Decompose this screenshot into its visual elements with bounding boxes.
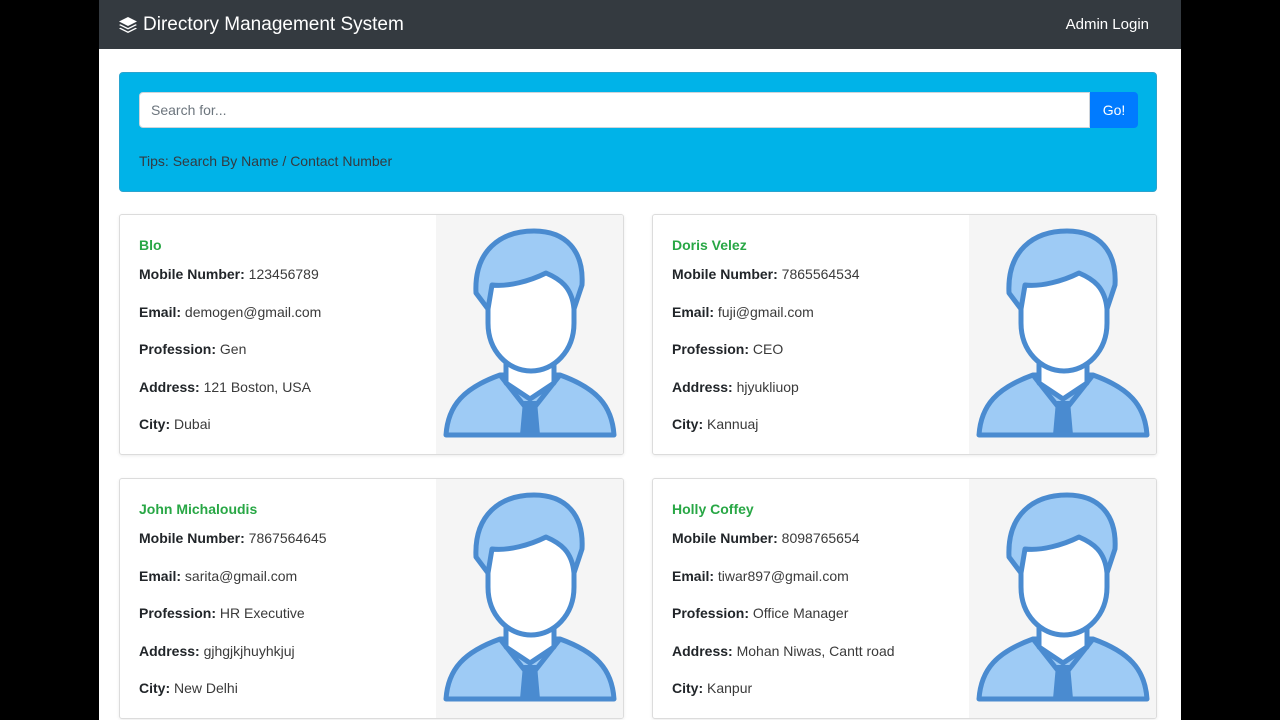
address-label: Address: xyxy=(672,379,733,395)
city-value: New Delhi xyxy=(174,680,238,696)
layers-icon xyxy=(119,16,137,33)
avatar xyxy=(436,479,623,718)
contact-card: Doris Velez Mobile Number: 7865564534 Emai… xyxy=(652,214,1157,455)
mobile-number-value: 7867564645 xyxy=(248,530,327,546)
city-field: City: New Delhi xyxy=(139,680,238,696)
city-value: Kanpur xyxy=(707,680,753,696)
user-avatar-icon xyxy=(443,492,617,702)
city-label: City: xyxy=(672,680,704,696)
city-field: City: Kannuaj xyxy=(672,416,758,432)
mobile-number-field: Mobile Number: 7865564534 xyxy=(672,266,860,282)
email-value: fuji@gmail.com xyxy=(717,304,814,320)
address-value: Mohan Niwas, Cantt road xyxy=(736,643,895,659)
city-field: City: Dubai xyxy=(139,416,211,432)
user-avatar-icon xyxy=(976,492,1150,702)
search-tips: Tips: Search By Name / Contact Number xyxy=(139,153,393,169)
address-value: hjyukliuop xyxy=(736,379,799,395)
address-field: Address: 121 Boston, USA xyxy=(139,379,311,395)
mobile-number-field: Mobile Number: 7867564645 xyxy=(139,530,327,546)
email-label: Email: xyxy=(139,568,182,584)
profession-label: Profession: xyxy=(139,605,217,621)
mobile-number-label: Mobile Number: xyxy=(139,266,245,282)
user-avatar-icon xyxy=(976,228,1150,438)
city-label: City: xyxy=(139,416,171,432)
email-field: Email: sarita@gmail.com xyxy=(139,568,297,584)
address-label: Address: xyxy=(139,379,200,395)
profession-field: Profession: CEO xyxy=(672,341,783,357)
address-label: Address: xyxy=(139,643,200,659)
profession-value: CEO xyxy=(752,341,784,357)
profession-value: HR Executive xyxy=(219,605,305,621)
navbar: Directory Management System Admin Login xyxy=(99,0,1181,49)
avatar xyxy=(436,215,623,454)
email-field: Email: fuji@gmail.com xyxy=(672,304,814,320)
city-value: Dubai xyxy=(174,416,211,432)
avatar xyxy=(969,479,1156,718)
city-label: City: xyxy=(672,416,704,432)
contact-card: Holly Coffey Mobile Number: 8098765654 Ema… xyxy=(652,478,1157,719)
email-value: tiwar897@gmail.com xyxy=(717,568,849,584)
address-field: Address: gjhgjkjhuyhkjuj xyxy=(139,643,295,659)
profession-label: Profession: xyxy=(139,341,217,357)
contact-name: Blo xyxy=(139,237,162,253)
address-field: Address: hjyukliuop xyxy=(672,379,799,395)
app-frame: Directory Management System Admin Login … xyxy=(99,0,1181,720)
profession-label: Profession: xyxy=(672,605,750,621)
profession-value: Office Manager xyxy=(752,605,849,621)
profession-label: Profession: xyxy=(672,341,750,357)
contact-card: John Michaloudis Mobile Number: 786756464… xyxy=(119,478,624,719)
contact-name: Doris Velez xyxy=(672,237,747,253)
city-label: City: xyxy=(139,680,171,696)
brand-link[interactable]: Directory Management System xyxy=(118,0,404,49)
email-label: Email: xyxy=(672,568,715,584)
brand-title: Directory Management System xyxy=(143,13,404,35)
email-field: Email: tiwar897@gmail.com xyxy=(672,568,849,584)
profession-field: Profession: HR Executive xyxy=(139,605,305,621)
mobile-number-label: Mobile Number: xyxy=(139,530,245,546)
address-value: 121 Boston, USA xyxy=(203,379,311,395)
user-avatar-icon xyxy=(443,228,617,438)
mobile-number-value: 7865564534 xyxy=(781,266,860,282)
mobile-number-value: 123456789 xyxy=(248,266,319,282)
mobile-number-value: 8098765654 xyxy=(781,530,860,546)
go-button[interactable]: Go! xyxy=(1090,92,1138,128)
search-input[interactable] xyxy=(139,92,1090,128)
contact-name: Holly Coffey xyxy=(672,501,754,517)
address-value: gjhgjkjhuyhkjuj xyxy=(203,643,295,659)
contact-name: John Michaloudis xyxy=(139,501,258,517)
city-value: Kannuaj xyxy=(707,416,759,432)
mobile-number-field: Mobile Number: 123456789 xyxy=(139,266,319,282)
email-label: Email: xyxy=(139,304,182,320)
email-value: demogen@gmail.com xyxy=(184,304,322,320)
search-panel: Go! Tips: Search By Name / Contact Numbe… xyxy=(119,72,1157,192)
address-label: Address: xyxy=(672,643,733,659)
contact-card: Blo Mobile Number: 123456789 Email: demoge… xyxy=(119,214,624,455)
mobile-number-label: Mobile Number: xyxy=(672,530,778,546)
email-value: sarita@gmail.com xyxy=(184,568,298,584)
mobile-number-field: Mobile Number: 8098765654 xyxy=(672,530,860,546)
address-field: Address: Mohan Niwas, Cantt road xyxy=(672,643,895,659)
avatar xyxy=(969,215,1156,454)
city-field: City: Kanpur xyxy=(672,680,752,696)
admin-login-link[interactable]: Admin Login xyxy=(1066,0,1149,49)
email-label: Email: xyxy=(672,304,715,320)
profession-value: Gen xyxy=(219,341,247,357)
profession-field: Profession: Office Manager xyxy=(672,605,848,621)
mobile-number-label: Mobile Number: xyxy=(672,266,778,282)
profession-field: Profession: Gen xyxy=(139,341,246,357)
email-field: Email: demogen@gmail.com xyxy=(139,304,321,320)
